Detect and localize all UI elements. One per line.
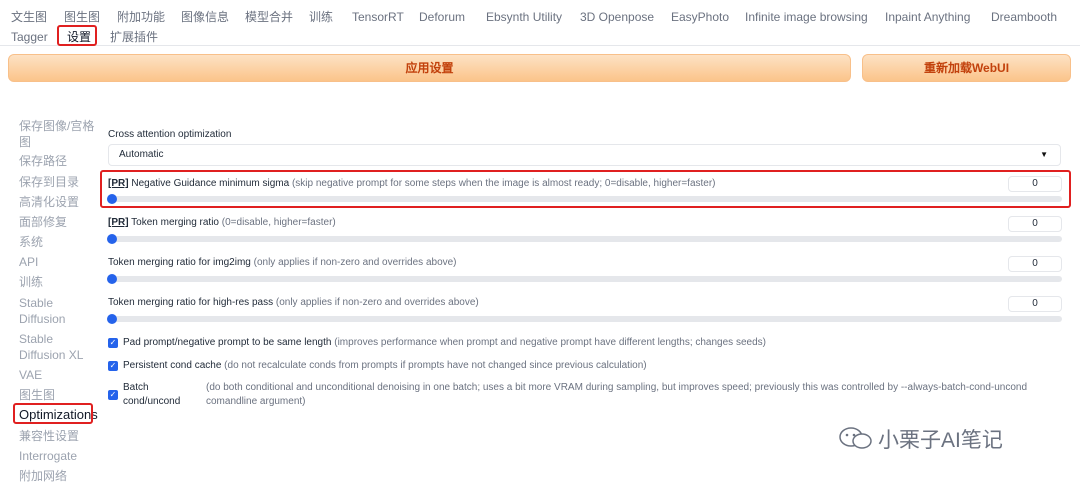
sidebar-item-extra-networks[interactable]: 附加网络	[19, 468, 67, 484]
token-merge-img2img-number-input[interactable]: 0	[1008, 256, 1062, 272]
sidebar-item-upscaling[interactable]: 高清化设置	[19, 194, 79, 210]
tab-checkpoint-merger[interactable]: 模型合并	[245, 9, 293, 25]
batch-cond-checkbox[interactable]: ✓	[108, 390, 118, 400]
slider-thumb[interactable]	[107, 234, 117, 244]
pr-link[interactable]: [PR]	[108, 217, 129, 228]
token-merge-label: [PR] Token merging ratio (0=disable, hig…	[108, 217, 336, 228]
sidebar-item-system[interactable]: 系统	[19, 234, 43, 250]
reload-webui-button[interactable]: 重新加载WebUI	[862, 54, 1071, 82]
sidebar-item-training[interactable]: 训练	[19, 274, 43, 290]
sidebar-item-optimizations[interactable]: Optimizations	[19, 407, 98, 423]
tab-deforum[interactable]: Deforum	[419, 9, 465, 25]
pad-prompt-label: Pad prompt/negative prompt to be same le…	[123, 337, 766, 348]
sidebar-item-stable-diffusion[interactable]: Stable	[19, 295, 53, 311]
cross-attention-value: Automatic	[119, 149, 164, 160]
sidebar-item-stable-diffusion-cont[interactable]: Diffusion	[19, 311, 65, 327]
tab-txt2img[interactable]: 文生图	[11, 9, 47, 25]
pad-prompt-title: Pad prompt/negative prompt to be same le…	[123, 337, 332, 348]
sidebar-item-saving-paths[interactable]: 保存路径	[19, 153, 67, 169]
batch-cond-hint-line2: comandline argument)	[206, 396, 306, 407]
tab-bar: 文生图 图生图 附加功能 图像信息 模型合并 训练 TensorRT Defor…	[0, 0, 1080, 46]
token-merge-img2img-slider[interactable]	[107, 274, 1062, 284]
pr-link[interactable]: [PR]	[108, 178, 129, 189]
sidebar-item-face-restoration[interactable]: 面部修复	[19, 214, 67, 230]
tab-settings[interactable]: 设置	[67, 29, 91, 45]
token-merge-hr-number-input[interactable]: 0	[1008, 296, 1062, 312]
slider-thumb[interactable]	[107, 314, 117, 324]
sidebar-item-saving-images-cont[interactable]: 图	[19, 134, 31, 150]
batch-cond-label-line1: Batch	[123, 382, 149, 393]
token-merge-title: Token merging ratio	[131, 217, 219, 228]
slider-thumb[interactable]	[107, 194, 117, 204]
token-merge-img2img-hint: (only applies if non-zero and overrides …	[253, 257, 457, 268]
neg-sigma-title: Negative Guidance minimum sigma	[131, 178, 290, 189]
tab-tagger[interactable]: Tagger	[11, 29, 48, 45]
tab-inpaint-anything[interactable]: Inpaint Anything	[885, 9, 970, 25]
pad-prompt-hint: (improves performance when prompt and ne…	[334, 337, 766, 348]
persistent-cond-label: Persistent cond cache (do not recalculat…	[123, 360, 647, 371]
cross-attention-label: Cross attention optimization	[108, 129, 232, 140]
sidebar-item-saving-images[interactable]: 保存图像/宫格	[19, 118, 94, 134]
sidebar-item-sdxl[interactable]: Stable	[19, 331, 53, 347]
tab-3d-openpose[interactable]: 3D Openpose	[580, 9, 654, 25]
tab-png-info[interactable]: 图像信息	[181, 9, 229, 25]
token-merge-hr-label: Token merging ratio for high-res pass (o…	[108, 297, 479, 308]
apply-settings-button[interactable]: 应用设置	[8, 54, 851, 82]
neg-sigma-highlight	[100, 170, 1071, 208]
sidebar-item-vae[interactable]: VAE	[19, 367, 42, 383]
token-merge-hr-title: Token merging ratio for high-res pass	[108, 297, 274, 308]
batch-cond-hint-line1: (do both conditional and unconditional d…	[206, 382, 1028, 393]
token-merge-hr-hint: (only applies if non-zero and overrides …	[275, 297, 479, 308]
sidebar-item-api[interactable]: API	[19, 254, 38, 270]
batch-cond-label-line2: cond/uncond	[123, 396, 181, 407]
token-merge-hr-slider[interactable]	[107, 314, 1062, 324]
tab-dreambooth[interactable]: Dreambooth	[991, 9, 1057, 25]
neg-sigma-slider[interactable]	[107, 194, 1062, 204]
wechat-logo-icon	[839, 427, 872, 449]
neg-sigma-hint: (skip negative prompt for some steps whe…	[291, 178, 716, 189]
tab-img2img[interactable]: 图生图	[64, 9, 100, 25]
persistent-cond-hint: (do not recalculate conds from prompts i…	[224, 360, 647, 371]
neg-sigma-number-input[interactable]: 0	[1008, 176, 1062, 192]
watermark-text: 小栗子AI笔记	[878, 429, 1003, 452]
slider-thumb[interactable]	[107, 274, 117, 284]
sidebar-item-img2img[interactable]: 图生图	[19, 387, 55, 403]
neg-sigma-label: [PR] Negative Guidance minimum sigma (sk…	[108, 178, 716, 189]
persistent-cond-title: Persistent cond cache	[123, 360, 222, 371]
tab-extras[interactable]: 附加功能	[117, 9, 165, 25]
persistent-cond-checkbox[interactable]: ✓	[108, 361, 118, 371]
sidebar-item-saving-to-dirs[interactable]: 保存到目录	[19, 174, 79, 190]
sidebar-item-compatibility[interactable]: 兼容性设置	[19, 428, 79, 444]
token-merge-img2img-title: Token merging ratio for img2img	[108, 257, 251, 268]
token-merge-slider[interactable]	[107, 234, 1062, 244]
chevron-down-icon: ▼	[1040, 150, 1048, 159]
pad-prompt-checkbox[interactable]: ✓	[108, 338, 118, 348]
token-merge-img2img-label: Token merging ratio for img2img (only ap…	[108, 257, 457, 268]
token-merge-hint: (0=disable, higher=faster)	[221, 217, 336, 228]
tab-extensions[interactable]: 扩展插件	[110, 29, 158, 45]
sidebar-item-interrogate[interactable]: Interrogate	[19, 448, 77, 464]
tab-train[interactable]: 训练	[309, 9, 333, 25]
sidebar-item-sdxl-cont[interactable]: Diffusion XL	[19, 347, 83, 363]
tab-tensorrt[interactable]: TensorRT	[352, 9, 404, 25]
tab-ebsynth-utility[interactable]: Ebsynth Utility	[486, 9, 562, 25]
tab-infinite-image-browsing[interactable]: Infinite image browsing	[745, 9, 868, 25]
token-merge-number-input[interactable]: 0	[1008, 216, 1062, 232]
tab-easyphoto[interactable]: EasyPhoto	[671, 9, 729, 25]
cross-attention-select[interactable]: Automatic ▼	[108, 144, 1061, 166]
